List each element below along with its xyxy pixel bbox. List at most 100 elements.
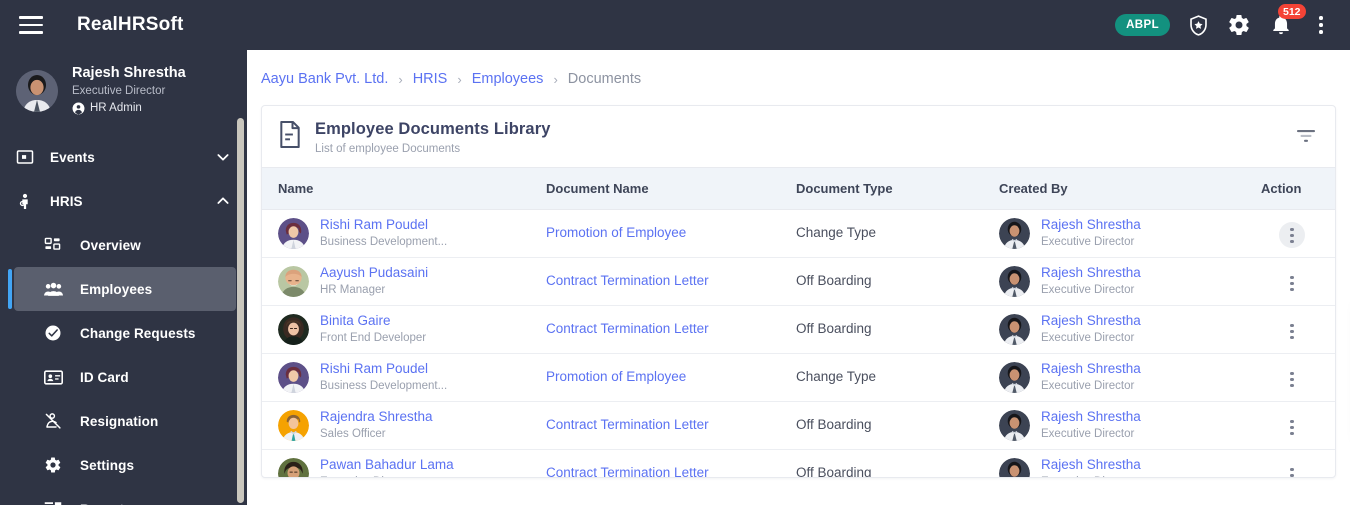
employee-name-link[interactable]: Binita Gaire [320, 313, 391, 328]
sidebar-item-reports[interactable]: Reports [14, 487, 236, 505]
created-by-link[interactable]: Rajesh Shrestha [1041, 361, 1141, 376]
sidebar-profile[interactable]: Rajesh Shrestha Executive Director HR Ad… [0, 50, 247, 133]
page-subtitle: List of employee Documents [315, 142, 461, 155]
hamburger-icon[interactable] [16, 10, 46, 40]
created-by-link[interactable]: Rajesh Shrestha [1041, 457, 1141, 472]
cell-action [1261, 305, 1335, 354]
avatar [278, 457, 309, 477]
created-by-text: Rajesh Shrestha Executive Director [1041, 408, 1141, 442]
sidebar-scrollbar[interactable] [237, 118, 244, 503]
employee-name-link[interactable]: Rishi Ram Poudel [320, 361, 428, 376]
sidebar-scrollbar-thumb[interactable] [237, 118, 244, 503]
row-action-menu-icon[interactable] [1279, 462, 1305, 477]
created-by-role: Executive Director [1041, 284, 1135, 297]
created-by-link[interactable]: Rajesh Shrestha [1041, 409, 1141, 424]
column-header-name: Name [262, 166, 546, 210]
cell-action [1261, 449, 1335, 477]
document-type-text: Off Boarding [796, 321, 872, 337]
app-root: RealHRSoft ABPL 512 Rajesh Shrestha Exec… [0, 0, 1350, 505]
document-type-text: Change Type [796, 369, 877, 385]
avatar [278, 361, 309, 393]
hris-person-icon [16, 192, 42, 211]
employee-name-link[interactable]: Rajendra Shrestha [320, 409, 433, 424]
row-action-menu-icon[interactable] [1279, 414, 1305, 440]
avatar [999, 409, 1030, 441]
cell-created-by: Rajesh Shrestha Executive Director [999, 449, 1261, 477]
chevron-up-icon[interactable] [215, 193, 231, 209]
row-action-menu-icon[interactable] [1279, 222, 1305, 249]
created-by-link[interactable]: Rajesh Shrestha [1041, 217, 1141, 232]
document-name-link[interactable]: Promotion of Employee [546, 225, 686, 240]
created-by-person: Rajesh Shrestha Executive Director [999, 456, 1261, 477]
cell-action [1261, 401, 1335, 450]
sidebar-item-resignation[interactable]: Resignation [14, 399, 236, 443]
document-name-link[interactable]: Contract Termination Letter [546, 273, 709, 288]
sidebar-group-events[interactable]: Events [0, 135, 247, 179]
employee-role: Front End Developer [320, 332, 427, 345]
created-by-person: Rajesh Shrestha Executive Director [999, 216, 1261, 250]
cell-employee: Rishi Ram Poudel Business Development... [262, 353, 546, 402]
top-more-menu-icon[interactable] [1310, 12, 1332, 38]
notification-bell[interactable]: 512 [1267, 4, 1306, 39]
cell-created-by: Rajesh Shrestha Executive Director [999, 401, 1261, 450]
table-row: Aayush Pudasaini HR Manager Contract Termi… [262, 257, 1335, 306]
column-header-created-by: Created By [999, 166, 1261, 210]
cell-document-type: Off Boarding [796, 257, 999, 306]
cell-created-by: Rajesh Shrestha Executive Director [999, 353, 1261, 402]
cell-document-name: Contract Termination Letter [546, 257, 796, 306]
breadcrumb-item-hris[interactable]: HRIS [413, 71, 448, 87]
created-by-role: Executive Director [1041, 380, 1135, 393]
cell-employee: Pawan Bahadur Lama Executive Director [262, 449, 546, 477]
chevron-down-icon[interactable] [215, 149, 231, 165]
document-name-link[interactable]: Contract Termination Letter [546, 321, 709, 336]
sidebar-item-id-card[interactable]: ID Card [14, 355, 236, 399]
gear-icon[interactable] [1226, 12, 1252, 38]
created-by-text: Rajesh Shrestha Executive Director [1041, 360, 1141, 394]
document-name-link[interactable]: Contract Termination Letter [546, 417, 709, 432]
cell-document-name: Contract Termination Letter [546, 305, 796, 354]
cell-document-name: Contract Termination Letter [546, 401, 796, 450]
sidebar-scroll-area: Rajesh Shrestha Executive Director HR Ad… [0, 50, 247, 505]
sidebar-item-overview[interactable]: Overview [14, 223, 236, 267]
employee-name-link[interactable]: Aayush Pudasaini [320, 265, 428, 280]
avatar [999, 457, 1030, 477]
breadcrumb-item-company[interactable]: Aayu Bank Pvt. Ltd. [261, 71, 388, 87]
profile-tag: HR Admin [72, 100, 186, 117]
document-name-link[interactable]: Promotion of Employee [546, 369, 686, 384]
gear-icon [44, 456, 72, 474]
employee-name-link[interactable]: Pawan Bahadur Lama [320, 457, 454, 472]
employee-role: Sales Officer [320, 428, 386, 441]
resignation-person-icon [44, 412, 72, 430]
sidebar-nav: Events HRIS Overview Employees Change Re… [0, 133, 247, 505]
row-action-menu-icon[interactable] [1279, 366, 1305, 392]
cell-employee: Rajendra Shrestha Sales Officer [262, 401, 546, 450]
avatar [278, 409, 309, 441]
created-by-link[interactable]: Rajesh Shrestha [1041, 265, 1141, 280]
document-name-link[interactable]: Contract Termination Letter [546, 465, 709, 477]
sidebar-item-settings[interactable]: Settings [14, 443, 236, 487]
org-badge[interactable]: ABPL [1115, 14, 1170, 36]
cell-document-name: Promotion of Employee [546, 209, 796, 258]
breadcrumb-item-employees[interactable]: Employees [472, 71, 544, 87]
top-bar: RealHRSoft ABPL 512 [0, 0, 1350, 50]
created-by-link[interactable]: Rajesh Shrestha [1041, 313, 1141, 328]
app-brand: RealHRSoft [77, 14, 184, 35]
cell-document-type: Off Boarding [796, 305, 999, 354]
employee-name-link[interactable]: Rishi Ram Poudel [320, 217, 428, 232]
sidebar-item-employees[interactable]: Employees [8, 267, 236, 312]
row-action-menu-icon[interactable] [1279, 270, 1305, 296]
sidebar-item-change-requests[interactable]: Change Requests [14, 311, 236, 355]
avatar [16, 69, 58, 112]
shield-star-icon[interactable] [1185, 12, 1211, 38]
sidebar-item-label: Employees [80, 281, 153, 297]
created-by-text: Rajesh Shrestha Executive Director [1041, 456, 1141, 477]
sidebar-group-hris[interactable]: HRIS [0, 179, 247, 223]
employee-text: Aayush Pudasaini HR Manager [320, 264, 428, 298]
cell-document-type: Off Boarding [796, 401, 999, 450]
user-badge-icon [72, 102, 85, 115]
row-action-menu-icon[interactable] [1279, 318, 1305, 344]
avatar [999, 265, 1030, 297]
cell-employee: Aayush Pudasaini HR Manager [262, 257, 546, 306]
breadcrumb-separator: › [398, 71, 403, 87]
filter-funnel-icon[interactable] [1293, 123, 1319, 149]
